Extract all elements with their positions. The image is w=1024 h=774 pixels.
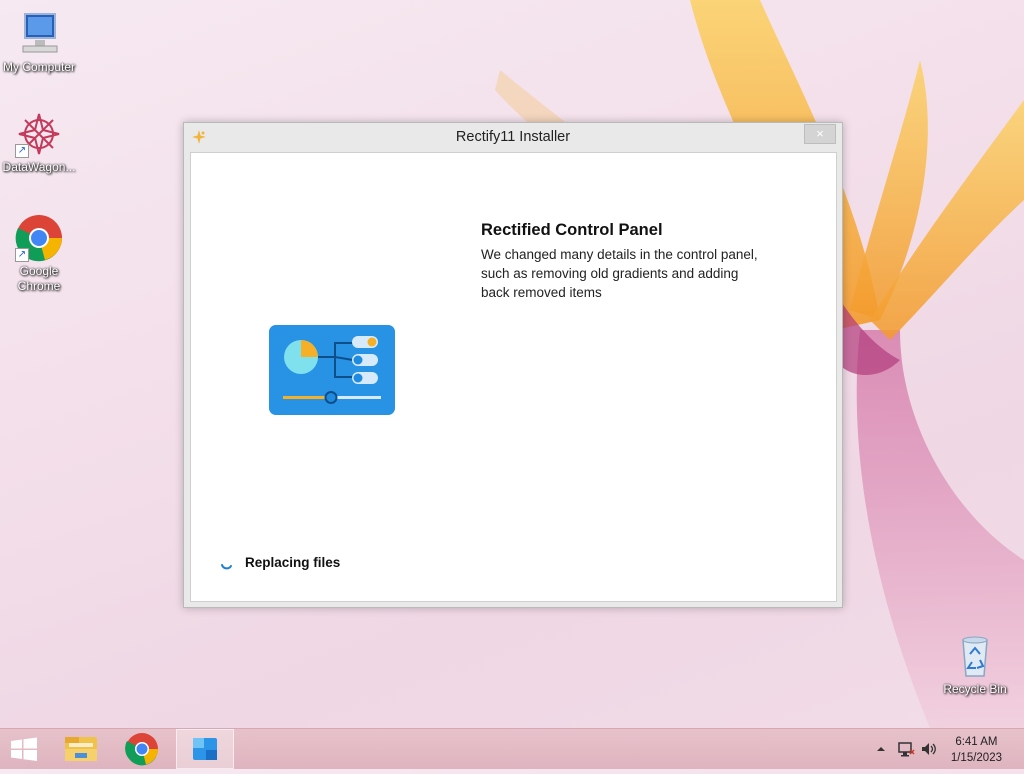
recycle-bin-desktop-icon[interactable]: Recycle Bin xyxy=(937,632,1013,697)
clock-time: 6:41 AM xyxy=(955,736,998,748)
network-icon[interactable] xyxy=(897,740,915,758)
google-chrome-desktop-icon[interactable]: ↗ Google Chrome xyxy=(1,214,77,294)
installer-content: Rectified Control Panel We changed many … xyxy=(190,152,837,602)
spinner-icon xyxy=(221,564,232,570)
shortcut-arrow-icon: ↗ xyxy=(15,248,29,262)
my-computer-desktop-icon[interactable]: My Computer xyxy=(1,10,77,75)
window-title: Rectify11 Installer xyxy=(455,129,571,145)
my-computer-label: My Computer xyxy=(2,60,76,74)
volume-icon[interactable] xyxy=(920,740,938,758)
file-explorer-taskbar-button[interactable] xyxy=(57,729,105,769)
recycle-bin-label: Recycle Bin xyxy=(943,682,1007,696)
chrome-icon xyxy=(125,733,158,766)
datawagon-icon: ↗ xyxy=(15,110,63,158)
shortcut-arrow-icon: ↗ xyxy=(15,144,29,158)
installer-window: Rectify11 Installer × Rectified Control … xyxy=(183,122,843,608)
taskbar: 6:41 AM 1/15/2023 xyxy=(0,728,1024,769)
rectify11-app-icon xyxy=(193,738,217,760)
chrome-taskbar-button[interactable] xyxy=(118,729,166,769)
datawagon-label: DataWagon... xyxy=(2,160,76,174)
recycle-bin-icon xyxy=(951,632,999,680)
clock[interactable]: 6:41 AM 1/15/2023 xyxy=(951,734,1002,766)
computer-icon xyxy=(15,10,63,58)
clock-date: 1/15/2023 xyxy=(950,752,1002,764)
google-chrome-label: Google Chrome xyxy=(17,264,61,293)
rectify11-taskbar-button[interactable] xyxy=(176,729,234,769)
datawagon-desktop-icon[interactable]: ↗ DataWagon... xyxy=(1,110,77,175)
chrome-icon: ↗ xyxy=(15,214,63,262)
title-bar[interactable]: Rectify11 Installer × xyxy=(184,123,842,151)
desktop: My Computer ↗ DataWagon... ↗ Google Chro… xyxy=(0,0,1024,728)
folder-icon xyxy=(65,737,97,761)
close-button[interactable]: × xyxy=(804,124,836,144)
show-hidden-icons-chevron-icon[interactable] xyxy=(876,744,886,754)
feature-description: We changed many details in the control p… xyxy=(481,247,758,300)
windows-logo-icon xyxy=(11,737,37,761)
system-tray xyxy=(870,729,940,769)
start-button[interactable] xyxy=(0,729,48,769)
control-panel-icon xyxy=(269,325,395,415)
feature-heading: Rectified Control Panel xyxy=(481,221,663,239)
status-text: Replacing files xyxy=(245,555,341,570)
